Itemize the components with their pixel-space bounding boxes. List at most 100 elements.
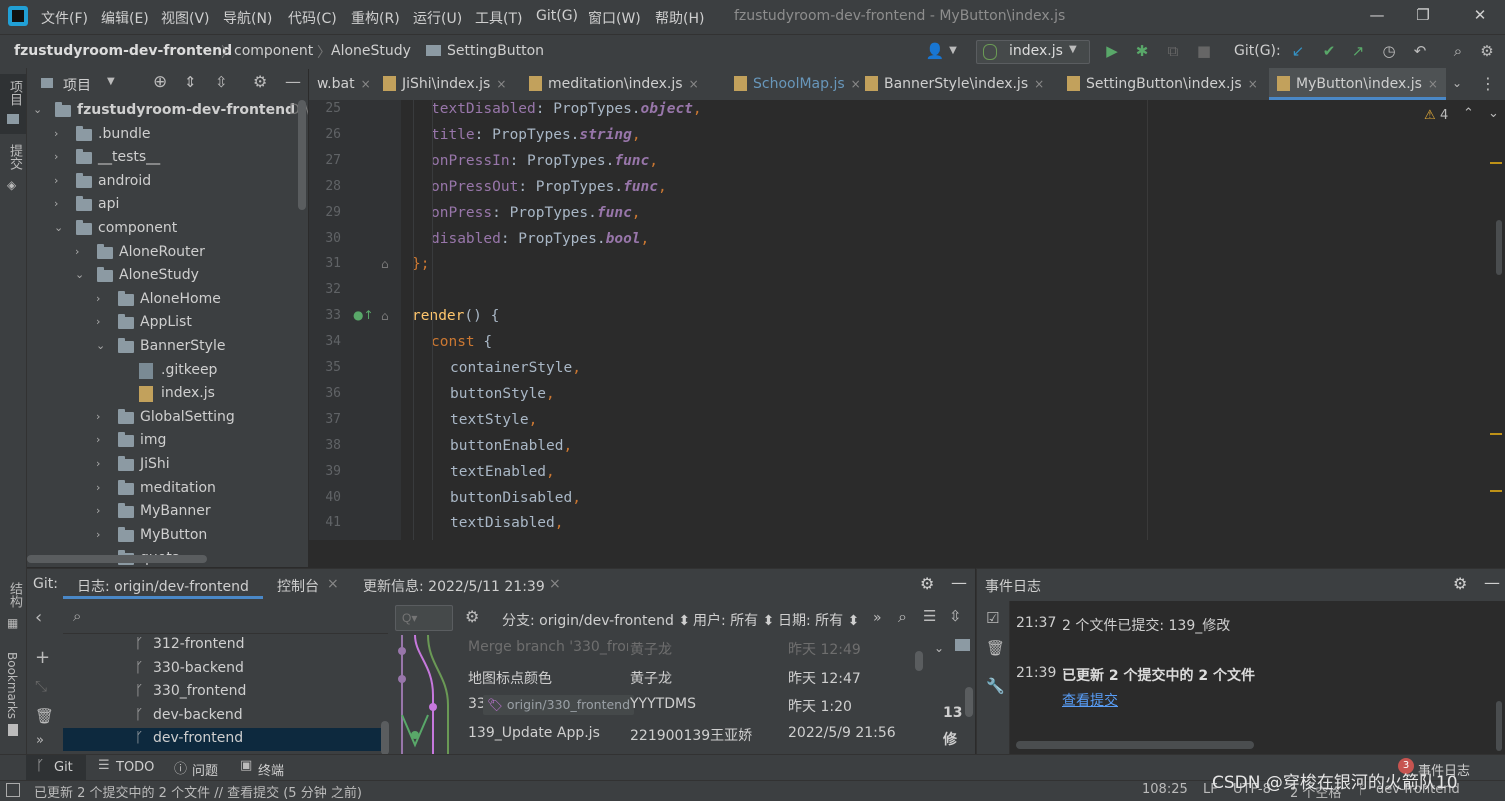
chevron-right-icon[interactable]: ›	[96, 481, 108, 494]
terminal-tool-button[interactable]: ▣ 终端	[238, 755, 298, 781]
settings-icon[interactable]: ⚙	[253, 72, 267, 91]
editor-tab[interactable]: SchoolMap.js ×	[726, 68, 869, 100]
fold-icon[interactable]: ⌂	[381, 257, 389, 271]
stop-icon[interactable]: ■	[1194, 41, 1214, 61]
close-tab-icon[interactable]: ×	[1428, 77, 1438, 91]
tree-item[interactable]: › AppList	[27, 312, 308, 335]
close-tab-icon[interactable]: ×	[1248, 77, 1258, 91]
problems-tool-button[interactable]: ⓘ 问题	[172, 755, 228, 781]
tree-item[interactable]: › meditation	[27, 478, 308, 501]
previous-highlight-icon[interactable]: ⌃	[1463, 106, 1474, 121]
close-tab-icon[interactable]: ×	[361, 77, 371, 91]
warning-icon[interactable]: ⚠	[1424, 108, 1436, 123]
tabs-overflow-chevron-icon[interactable]: ⌄	[1452, 76, 1462, 90]
detail-scrollbar[interactable]	[965, 687, 973, 717]
chevron-down-icon[interactable]: ⌄	[96, 339, 108, 352]
chevron-right-icon[interactable]: ›	[54, 150, 66, 163]
chevron-right-icon[interactable]: ›	[54, 127, 66, 140]
menu-refactor[interactable]: 重构(R)	[351, 8, 400, 28]
menu-view[interactable]: 视图(V)	[161, 8, 210, 28]
hide-panel-icon[interactable]: —	[951, 573, 967, 592]
wrench-icon[interactable]: 🔧	[986, 677, 1005, 695]
event-log-vertical-scrollbar[interactable]	[1496, 701, 1502, 751]
git-push-icon[interactable]: ↗	[1348, 41, 1368, 61]
commit-row[interactable]: 139_Update App.js 221900139王亚娇 2022/5/9 21…	[467, 721, 927, 749]
project-tool-button[interactable]: 项目	[0, 74, 26, 134]
history-icon[interactable]: ◷	[1379, 41, 1399, 61]
close-console-tab-icon[interactable]: ×	[327, 576, 339, 592]
chevron-right-icon[interactable]: ›	[96, 528, 108, 541]
close-update-tab-icon[interactable]: ×	[549, 576, 561, 592]
branch-search-box[interactable]: ⌕	[63, 601, 388, 634]
log-search-input[interactable]	[400, 609, 450, 627]
tree-item[interactable]: › AloneHome	[27, 289, 308, 312]
settings-icon[interactable]: ⚙	[1453, 574, 1467, 593]
commit-row[interactable]: Merge branch '330_fror 黄子龙 昨天 12:49	[467, 635, 927, 663]
editor-vertical-scrollbar[interactable]	[1496, 220, 1502, 275]
hide-panel-icon[interactable]: —	[285, 72, 301, 91]
tree-item[interactable]: › android	[27, 171, 308, 194]
tab-git-log[interactable]: 日志: origin/dev-frontend	[63, 569, 263, 599]
chevron-right-icon[interactable]: ›	[54, 197, 66, 210]
chevron-down-icon[interactable]: ⌄	[33, 103, 45, 116]
menu-help[interactable]: 帮助(H)	[655, 8, 704, 28]
todo-tool-button[interactable]: ☰ TODO	[96, 755, 160, 781]
project-view-title[interactable]: 项目	[63, 75, 91, 95]
tree-item[interactable]: ⌄ BannerStyle	[27, 336, 308, 359]
commit-row[interactable]: 33 🏷 origin/330_frontend YYYTDMS 昨天 1:20	[467, 692, 927, 720]
chevron-down-icon[interactable]: ⌄	[934, 641, 944, 655]
filter-user[interactable]: 用户: 所有 ⬍	[693, 610, 774, 630]
warning-stripe-marker[interactable]	[1490, 433, 1502, 435]
code-editor[interactable]: textDisabled: PropTypes.object, title: Pr…	[401, 100, 1147, 540]
run-configuration-select[interactable]: index.js ▼	[976, 40, 1090, 64]
event-log-horizontal-scrollbar[interactable]	[1016, 741, 1254, 749]
chevron-down-icon[interactable]: ▼	[107, 76, 115, 87]
settings-icon[interactable]: ⚙	[920, 574, 934, 593]
delete-icon[interactable]: 🗑	[986, 639, 1005, 657]
tree-item[interactable]: ⌄ AloneStudy	[27, 265, 308, 288]
tree-item[interactable]: › JiShi	[27, 454, 308, 477]
chevron-right-icon[interactable]: ›	[96, 457, 108, 470]
git-commit-icon[interactable]: ✔	[1319, 41, 1339, 61]
menu-edit[interactable]: 编辑(E)	[101, 8, 149, 28]
settings-icon[interactable]: ⚙	[465, 607, 479, 626]
tree-item[interactable]: index.js	[27, 383, 308, 406]
structure-tool-button[interactable]: 结构 ▦	[0, 578, 26, 634]
settings-icon[interactable]: ⚙	[1477, 41, 1497, 61]
menu-navigate[interactable]: 导航(N)	[223, 8, 272, 28]
menu-code[interactable]: 代码(C)	[288, 8, 337, 28]
expand-all-icon[interactable]: ⇕	[184, 73, 197, 91]
git-tool-button[interactable]: ᚴ Git	[26, 755, 86, 781]
restore-button[interactable]: ❐	[1408, 6, 1438, 28]
chevron-down-icon[interactable]: ▼	[943, 41, 963, 61]
close-tab-icon[interactable]: ×	[496, 77, 506, 91]
collapse-all-icon[interactable]: ⇳	[215, 73, 228, 91]
user-icon[interactable]: 👤	[925, 41, 945, 61]
align-icon[interactable]: ☰	[923, 607, 936, 625]
close-tab-icon[interactable]: ×	[689, 77, 699, 91]
toggle-tool-windows-icon[interactable]	[6, 783, 20, 797]
chevron-right-icon[interactable]: ›	[96, 433, 108, 446]
override-method-icon[interactable]: ●↑	[353, 308, 374, 322]
chevron-right-icon[interactable]: ›	[54, 174, 66, 187]
tree-item[interactable]: ⌄ component	[27, 218, 308, 241]
git-update-icon[interactable]: ↙	[1288, 41, 1308, 61]
filter-date[interactable]: 日期: 所有 ⬍	[778, 610, 859, 630]
menu-window[interactable]: 窗口(W)	[588, 8, 641, 28]
chevron-right-icon[interactable]: ›	[96, 504, 108, 517]
breadcrumb-alonestudy[interactable]: AloneStudy	[331, 43, 411, 59]
menu-run[interactable]: 运行(U)	[413, 8, 462, 28]
editor-tab[interactable]: JiShi\index.js ×	[375, 68, 514, 100]
chevron-down-icon[interactable]: ⌄	[75, 268, 87, 281]
locate-icon[interactable]: ⊕	[153, 72, 167, 92]
branch-search-input[interactable]	[93, 607, 377, 627]
breadcrumb-component[interactable]: component	[234, 43, 313, 59]
commit-row[interactable]: 地图标点颜色 黄子龙 昨天 12:47	[467, 664, 927, 692]
search-icon[interactable]: ⌕	[898, 607, 907, 627]
warning-stripe-marker[interactable]	[1490, 162, 1502, 164]
breadcrumb-project[interactable]: fzustudyroom-dev-frontend	[14, 43, 232, 59]
search-icon[interactable]: ⌕	[1448, 41, 1468, 61]
tree-item[interactable]: › img	[27, 430, 308, 453]
editor-tab[interactable]: meditation\index.js ×	[521, 68, 707, 100]
fold-icon[interactable]: ⌂	[381, 309, 389, 323]
